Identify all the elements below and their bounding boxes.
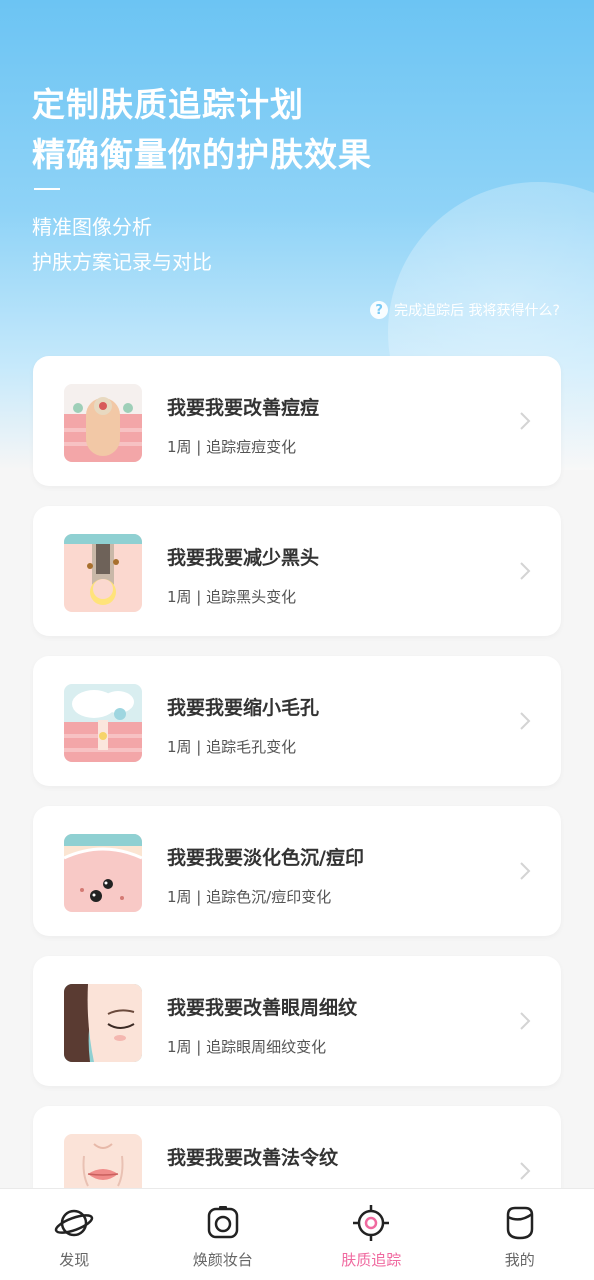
chevron-right-icon [519, 411, 531, 431]
target-icon [351, 1203, 391, 1243]
planet-icon [54, 1203, 94, 1243]
eye-wrinkle-illustration-icon [64, 984, 142, 1062]
tab-makeup-table[interactable]: 焕颜妆台 [149, 1189, 298, 1280]
plan-title: 我要我要淡化色沉/痘印 [167, 847, 364, 869]
pigmentation-illustration-icon [64, 834, 142, 912]
plan-title: 我要我要改善法令纹 [167, 1147, 339, 1169]
chevron-right-icon [519, 1161, 531, 1181]
plan-card-blackhead[interactable]: 我要我要减少黑头 1周 | 追踪黑头变化 [33, 506, 561, 636]
camera-icon [203, 1203, 243, 1243]
plan-card-pores[interactable]: 我要我要缩小毛孔 1周 | 追踪毛孔变化 [33, 656, 561, 786]
bottom-tab-bar: 发现 焕颜妆台 肤质追踪 我的 [0, 1188, 594, 1280]
chevron-right-icon [519, 711, 531, 731]
plan-meta: 1周 | 追踪色沉/痘印变化 [167, 888, 332, 906]
help-link[interactable]: ? 完成追踪后 我将获得什么? [370, 300, 560, 320]
plan-title: 我要我要改善痘痘 [167, 397, 320, 419]
question-icon: ? [370, 301, 389, 319]
tab-label: 焕颜妆台 [192, 1251, 253, 1269]
plan-card-acne[interactable]: 我要我要改善痘痘 1周 | 追踪痘痘变化 [33, 356, 561, 486]
tab-label: 我的 [504, 1251, 535, 1269]
tab-label: 发现 [59, 1251, 90, 1269]
plan-title: 我要我要减少黑头 [167, 547, 320, 569]
plan-card-eye-wrinkles[interactable]: 我要我要改善眼周细纹 1周 | 追踪眼周细纹变化 [33, 956, 561, 1086]
hero-subtitle-line2: 护肤方案记录与对比 [32, 250, 212, 274]
tab-skin-tracking[interactable]: 肤质追踪 [297, 1189, 446, 1280]
tab-profile[interactable]: 我的 [446, 1189, 594, 1280]
hero-title-line1: 定制肤质追踪计划 [32, 85, 304, 124]
plan-list: 我要我要改善痘痘 1周 | 追踪痘痘变化 我要我要减少黑头 1周 | 追踪黑头变… [33, 356, 561, 1256]
chevron-right-icon [519, 561, 531, 581]
blackhead-illustration-icon [64, 534, 142, 612]
chevron-right-icon [519, 861, 531, 881]
tab-label: 肤质追踪 [341, 1251, 402, 1269]
hero-subtitle-line1: 精准图像分析 [32, 215, 152, 239]
hero-divider [34, 188, 60, 190]
acne-illustration-icon [64, 384, 142, 462]
plan-meta: 1周 | 追踪毛孔变化 [167, 738, 297, 756]
plan-title: 我要我要改善眼周细纹 [167, 997, 358, 1019]
plan-meta: 1周 | 追踪痘痘变化 [167, 438, 297, 456]
help-text: 完成追踪后 我将获得什么? [394, 303, 560, 319]
plan-meta: 1周 | 追踪眼周细纹变化 [167, 1038, 327, 1056]
chevron-right-icon [519, 1011, 531, 1031]
plan-title: 我要我要缩小毛孔 [167, 697, 320, 719]
face-icon [500, 1203, 540, 1243]
plan-card-pigmentation[interactable]: 我要我要淡化色沉/痘印 1周 | 追踪色沉/痘印变化 [33, 806, 561, 936]
plan-meta: 1周 | 追踪黑头变化 [167, 588, 297, 606]
tab-discover[interactable]: 发现 [0, 1189, 149, 1280]
pore-illustration-icon [64, 684, 142, 762]
hero-title-line2: 精确衡量你的护肤效果 [32, 135, 372, 174]
